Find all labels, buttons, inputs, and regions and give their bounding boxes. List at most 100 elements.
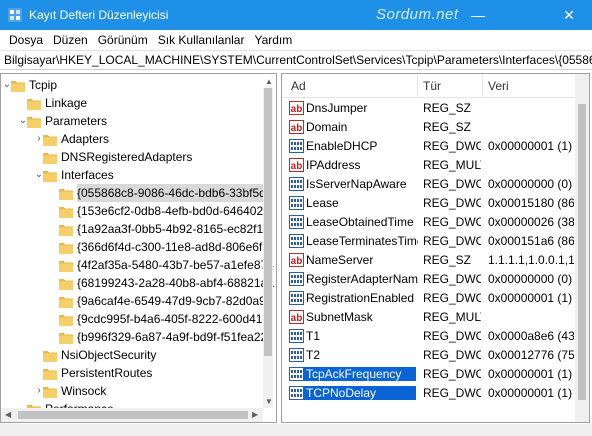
binary-value-icon — [289, 386, 304, 400]
folder-icon — [59, 259, 73, 272]
menu-favorites[interactable]: Sık Kullanılanlar — [153, 33, 250, 47]
column-type-header[interactable]: Tür — [423, 79, 441, 93]
tree-item[interactable]: › Adapters — [1, 130, 273, 148]
value-data: 0x0000a8e6 (432 — [488, 329, 574, 343]
tree-item[interactable]: {9cdc995f-b4a6-405f-8222-600d416 — [1, 310, 273, 328]
folder-icon — [43, 169, 57, 182]
value-name: IPAddress — [306, 158, 361, 172]
menu-bar: Dosya Düzen Görünüm Sık Kullanılanlar Ya… — [0, 30, 592, 50]
tree-item[interactable]: DNSRegisteredAdapters — [1, 148, 273, 166]
svg-text:ab: ab — [291, 104, 303, 115]
key-tree[interactable]: ⌄ Tcpip Linkage ⌄ Parameters › Adapters DNSRegi… — [0, 73, 277, 423]
value-row[interactable]: ab NameServer REG_SZ 1.1.1.1,1.0.0.1,19 — [282, 251, 575, 270]
value-name: T1 — [306, 329, 321, 343]
minimize-button[interactable]: — — [455, 0, 501, 30]
tree-item[interactable]: {055868c8-9086-46dc-bdb6-33bf5d — [1, 184, 273, 202]
value-row[interactable]: ab Domain REG_SZ — [282, 118, 575, 137]
folder-icon — [59, 295, 73, 308]
menu-view[interactable]: Görünüm — [93, 33, 153, 47]
string-value-icon: ab — [289, 120, 304, 134]
folder-icon — [59, 187, 73, 200]
tree-item[interactable]: NsiObjectSecurity — [1, 346, 273, 364]
tree-item[interactable]: {b996f329-6a87-4a9f-bd9f-f51fea22 — [1, 328, 273, 346]
tree-item[interactable]: ⌄ Tcpip — [1, 76, 273, 94]
value-name: Lease — [306, 196, 339, 210]
value-data: 0x00000000 (0) — [488, 272, 573, 286]
values-list[interactable]: Ad Tür Veri ab DnsJumper REG_SZ ab Domain REG… — [281, 73, 590, 423]
value-row[interactable]: Lease REG_DWORD 0x00015180 (864 — [282, 194, 575, 213]
value-row[interactable]: LeaseTerminatesTime REG_DWORD 0x000151a6 (… — [282, 232, 575, 251]
tree-item-label: NsiObjectSecurity — [61, 348, 157, 362]
address-bar[interactable]: Bilgisayar\HKEY_LOCAL_MACHINE\SYSTEM\Cur… — [0, 50, 592, 70]
value-name: LeaseObtainedTime — [306, 215, 414, 229]
tree-item[interactable]: {68199243-2a28-40b8-abf4-68821aa — [1, 274, 274, 292]
binary-value-icon — [289, 139, 304, 153]
list-header: Ad Tür Veri — [282, 74, 589, 98]
value-row[interactable]: TcpAckFrequency REG_DWORD 0x00000001 (1) — [282, 365, 575, 384]
folder-icon — [59, 205, 73, 218]
value-row[interactable]: RegisterAdapterName REG_DWORD 0x00000000 (… — [282, 270, 575, 289]
folder-icon — [43, 385, 57, 398]
tree-item[interactable]: {153e6cf2-0db8-4efb-bd0d-6464023 — [1, 202, 273, 220]
value-row[interactable]: abIPAddress REG_MULTI_SZ — [282, 156, 575, 175]
tree-item[interactable]: Linkage — [1, 94, 273, 112]
value-name: SubnetMask — [306, 310, 373, 324]
svg-text:ab: ab — [291, 161, 303, 172]
tree-item[interactable]: {9a6caf4e-6549-47d9-9cb7-82d0a9f — [1, 292, 273, 310]
value-type: REG_SZ — [423, 120, 472, 134]
value-type: REG_DWORD — [423, 272, 481, 286]
scroll-up-arrow-icon[interactable]: ▲ — [265, 77, 273, 86]
binary-value-icon — [289, 348, 304, 362]
binary-value-icon — [289, 196, 304, 210]
value-type: REG_DWORD — [423, 215, 481, 229]
value-row[interactable]: RegistrationEnabled REG_DWORD 0x00000001 (… — [282, 289, 575, 308]
value-row[interactable]: IsServerNapAware REG_DWORD 0x00000000 (0) — [282, 175, 575, 194]
scroll-down-arrow-icon[interactable]: ▼ — [265, 397, 273, 406]
value-type: REG_DWORD — [423, 177, 481, 191]
folder-icon — [43, 151, 57, 164]
value-row[interactable]: EnableDHCP REG_DWORD 0x00000001 (1) — [282, 137, 575, 156]
column-name-header[interactable]: Ad — [291, 79, 306, 93]
watermark-text: Sordum.net — [376, 6, 459, 23]
tree-item[interactable]: › Winsock — [1, 382, 273, 400]
tree-item[interactable]: {366d6f4d-c300-11e8-ad8d-806e6f6 — [1, 238, 273, 256]
value-row[interactable]: T2 REG_DWORD 0x00012776 (756 — [282, 346, 575, 365]
binary-value-icon — [289, 177, 304, 191]
window-title: Kayıt Defteri Düzenleyicisi — [29, 8, 169, 22]
value-data: 0x00000001 (1) — [488, 386, 573, 400]
value-row[interactable]: abSubnetMask REG_MULTI_SZ — [282, 308, 575, 327]
value-data: 0x00000001 (1) — [488, 139, 573, 153]
value-row[interactable]: ab DnsJumper REG_SZ — [282, 99, 575, 118]
status-bar — [0, 424, 592, 436]
menu-help[interactable]: Yardım — [249, 33, 297, 47]
folder-icon — [59, 277, 73, 290]
column-data-header[interactable]: Veri — [488, 79, 509, 93]
close-button[interactable]: ✕ — [546, 0, 592, 30]
binary-value-icon — [289, 272, 304, 286]
tree-vertical-scroll-thumb[interactable] — [264, 88, 272, 356]
scroll-left-arrow-icon[interactable]: ◀ — [5, 410, 11, 419]
folder-icon — [59, 223, 73, 236]
value-row[interactable]: TCPNoDelay REG_DWORD 0x00000001 (1) — [282, 384, 575, 403]
menu-file[interactable]: Dosya — [4, 33, 48, 47]
tree-item[interactable]: PersistentRoutes — [1, 364, 273, 382]
tree-item-label: {68199243-2a28-40b8-abf4-68821aa — [77, 276, 274, 290]
value-name: TCPNoDelay — [304, 386, 416, 400]
tree-horizontal-scroll-thumb[interactable] — [18, 411, 248, 419]
value-row[interactable]: LeaseObtainedTime REG_DWORD 0x00000026 (38… — [282, 213, 575, 232]
value-data: 0x00000001 (1) — [488, 367, 573, 381]
tree-item[interactable]: {4f2af35a-5480-43b7-be57-a1efe874 — [1, 256, 274, 274]
menu-edit[interactable]: Düzen — [48, 33, 93, 47]
svg-text:ab: ab — [291, 256, 303, 267]
tree-item[interactable]: ⌄ Interfaces — [1, 166, 273, 184]
list-vertical-scroll-thumb[interactable] — [578, 104, 586, 400]
scroll-right-arrow-icon[interactable]: ▶ — [252, 410, 258, 419]
string-value-icon: ab — [289, 101, 304, 115]
value-row[interactable]: T1 REG_DWORD 0x0000a8e6 (432 — [282, 327, 575, 346]
tree-item[interactable]: ⌄ Parameters — [1, 112, 273, 130]
value-data: 0x00012776 (756 — [488, 348, 574, 362]
tree-item-label: Parameters — [45, 114, 108, 128]
tree-item[interactable]: {1a92aa3f-0bb5-4b92-8165-ec82f18 — [1, 220, 273, 238]
value-name: RegistrationEnabled — [306, 291, 415, 305]
value-data: 0x00000026 (38) — [488, 215, 574, 229]
